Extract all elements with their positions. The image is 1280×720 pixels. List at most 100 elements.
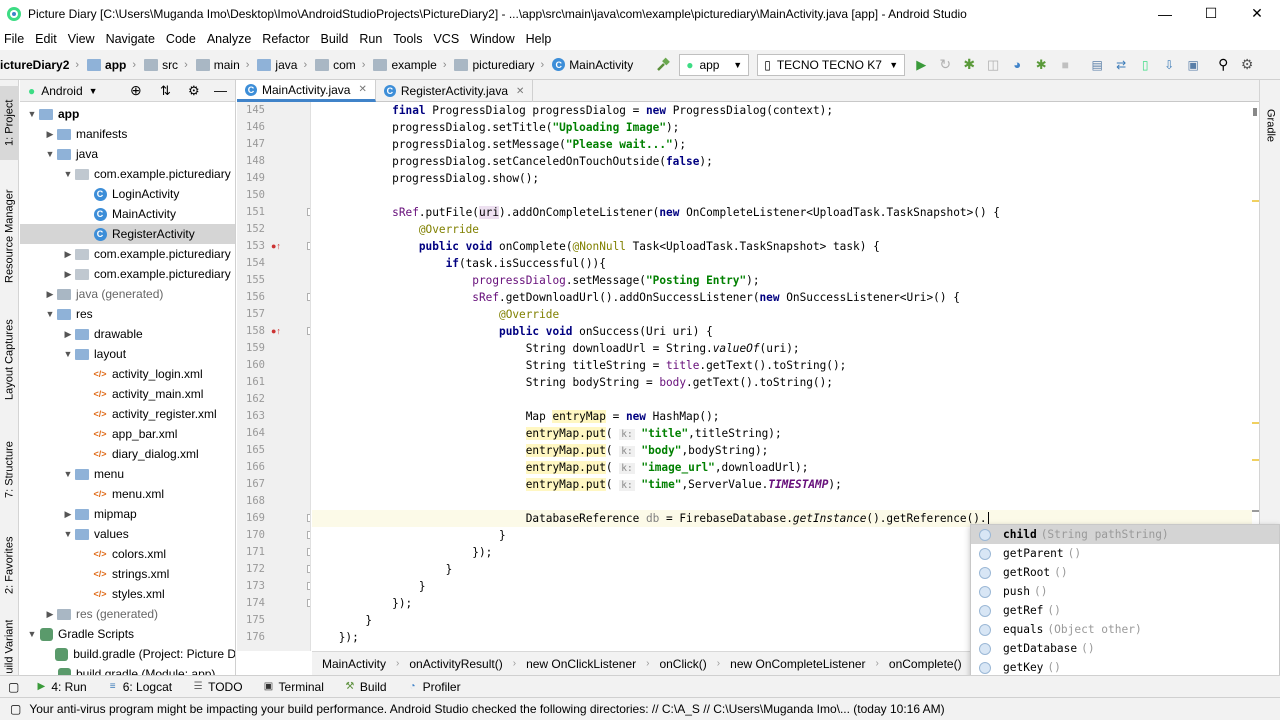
- tool-project[interactable]: 1: Project: [0, 86, 19, 160]
- code-line[interactable]: entryMap.put( k: "body",bodyString);: [312, 442, 768, 459]
- code-line[interactable]: String bodyString = body.getText().toStr…: [312, 374, 833, 391]
- project-structure-button[interactable]: ▤: [1085, 54, 1109, 76]
- fold-marker-icon[interactable]: [307, 599, 310, 607]
- device-select[interactable]: ▯ TECNO TECNO K7 ▼: [757, 53, 906, 76]
- avd-manager-button[interactable]: ▯: [1133, 54, 1157, 76]
- fold-marker-icon[interactable]: [307, 208, 310, 216]
- code-line[interactable]: progressDialog.setTitle("Uploading Image…: [312, 119, 679, 136]
- code-line[interactable]: progressDialog.setMessage("Please wait..…: [312, 136, 686, 153]
- completion-item[interactable]: getRef(): [971, 601, 1279, 620]
- layout-inspector-button[interactable]: ▣: [1181, 54, 1205, 76]
- collapse-arrow-icon[interactable]: ▶: [44, 609, 56, 620]
- stop-button[interactable]: ■: [1053, 54, 1077, 76]
- tool-window-profiler[interactable]: ◔ Profiler: [397, 680, 471, 694]
- code-line[interactable]: });: [312, 595, 412, 612]
- nav-crumb-picturediary[interactable]: picturediary ›: [450, 58, 544, 72]
- debug-button[interactable]: ✱: [957, 54, 981, 76]
- fold-marker-icon[interactable]: [307, 548, 310, 556]
- run-config-select[interactable]: ● app ▼: [679, 53, 750, 76]
- tree-item[interactable]: build.gradle (Module: app): [20, 664, 235, 675]
- code-crumb[interactable]: new OnCompleteListener: [720, 657, 875, 671]
- gear-icon[interactable]: ⚙: [188, 83, 200, 99]
- attach-debugger-button[interactable]: ✱: [1029, 54, 1053, 76]
- expand-arrow-icon[interactable]: ▼: [62, 169, 74, 179]
- tree-item[interactable]: </> diary_dialog.xml: [20, 444, 235, 464]
- search-everywhere-button[interactable]: ⚲: [1211, 54, 1235, 76]
- expand-arrow-icon[interactable]: ▼: [44, 309, 56, 319]
- nav-crumb-example[interactable]: example ›: [369, 58, 446, 72]
- chevron-down-icon[interactable]: ▼: [89, 86, 98, 96]
- nav-crumb-java[interactable]: java ›: [253, 58, 307, 72]
- tool-gradle[interactable]: Gradle: [1260, 102, 1280, 150]
- code-line[interactable]: entryMap.put( k: "time",ServerValue.TIME…: [312, 476, 842, 493]
- menu-navigate[interactable]: Navigate: [102, 32, 162, 46]
- fold-marker-icon[interactable]: [307, 514, 310, 522]
- code-line[interactable]: String downloadUrl = String.valueOf(uri)…: [312, 340, 800, 357]
- close-icon[interactable]: ✕: [516, 86, 524, 97]
- tree-item[interactable]: ▼ Gradle Scripts: [20, 624, 235, 644]
- tool-layout-captures[interactable]: Layout Captures: [0, 310, 19, 410]
- tool-window-4-run[interactable]: ▶ 4: Run: [25, 680, 96, 694]
- code-line[interactable]: entryMap.put( k: "image_url",downloadUrl…: [312, 459, 808, 476]
- hide-panel-icon[interactable]: —: [214, 83, 227, 98]
- profile-button[interactable]: ◕: [1005, 54, 1029, 76]
- run-button[interactable]: ▶: [909, 54, 933, 76]
- code-line[interactable]: }: [312, 527, 506, 544]
- menu-refactor[interactable]: Refactor: [258, 32, 316, 46]
- menu-view[interactable]: View: [64, 32, 102, 46]
- menu-window[interactable]: Window: [466, 32, 521, 46]
- code-line[interactable]: sRef.putFile(uri).addOnCompleteListener(…: [312, 204, 1000, 221]
- menu-run[interactable]: Run: [355, 32, 389, 46]
- tree-item[interactable]: </> colors.xml: [20, 544, 235, 564]
- code-line[interactable]: @Override: [312, 306, 559, 323]
- code-line[interactable]: Map entryMap = new HashMap();: [312, 408, 719, 425]
- code-line[interactable]: }: [312, 561, 453, 578]
- code-line[interactable]: });: [312, 544, 492, 561]
- expand-arrow-icon[interactable]: ▼: [62, 469, 74, 479]
- completion-item[interactable]: push(): [971, 582, 1279, 601]
- project-view-select[interactable]: Android: [41, 84, 82, 98]
- tree-item[interactable]: ▼ menu: [20, 464, 235, 484]
- fold-marker-icon[interactable]: [307, 582, 310, 590]
- menu-tools[interactable]: Tools: [389, 32, 429, 46]
- code-crumb[interactable]: onComplete(): [879, 657, 972, 671]
- collapse-arrow-icon[interactable]: ▶: [44, 129, 56, 140]
- tree-item[interactable]: </> activity_register.xml: [20, 404, 235, 424]
- fold-marker-icon[interactable]: [307, 327, 310, 335]
- settings-button[interactable]: ⚙: [1235, 54, 1259, 76]
- code-line[interactable]: if(task.isSuccessful()){: [312, 255, 606, 272]
- nav-crumb-main[interactable]: main ›: [192, 58, 249, 72]
- status-message[interactable]: Your anti-virus program might be impacti…: [29, 702, 944, 716]
- code-crumb[interactable]: MainActivity: [312, 657, 396, 671]
- collapse-arrow-icon[interactable]: ▶: [62, 269, 74, 280]
- completion-item[interactable]: equals (Object other): [971, 620, 1279, 639]
- tree-item[interactable]: </> strings.xml: [20, 564, 235, 584]
- tree-item[interactable]: ▶ com.example.picturediary: [20, 264, 235, 284]
- maximize-button[interactable]: ☐: [1188, 0, 1234, 27]
- code-line[interactable]: }: [312, 578, 426, 595]
- tree-item[interactable]: ▼ values: [20, 524, 235, 544]
- nav-crumb-com[interactable]: com ›: [311, 58, 365, 72]
- menu-build[interactable]: Build: [317, 32, 356, 46]
- tree-item[interactable]: ▼ res: [20, 304, 235, 324]
- code-line[interactable]: public void onSuccess(Uri uri) {: [312, 323, 713, 340]
- tree-item[interactable]: </> activity_main.xml: [20, 384, 235, 404]
- tree-item[interactable]: </> activity_login.xml: [20, 364, 235, 384]
- completion-item[interactable]: getParent(): [971, 544, 1279, 563]
- code-line[interactable]: });: [312, 629, 359, 646]
- menu-help[interactable]: Help: [522, 32, 559, 46]
- tool-favorites[interactable]: 2: Favorites: [0, 530, 19, 600]
- tree-item[interactable]: ▼ java: [20, 144, 235, 164]
- tree-item[interactable]: C RegisterActivity: [20, 224, 235, 244]
- tool-build-variants[interactable]: Build Variants: [0, 620, 19, 674]
- tab-registeractivity[interactable]: C RegisterActivity.java ✕: [376, 80, 534, 102]
- tree-item[interactable]: ▶ java (generated): [20, 284, 235, 304]
- menu-vcs[interactable]: VCS: [429, 32, 466, 46]
- code-crumb[interactable]: onClick(): [649, 657, 716, 671]
- fold-marker-icon[interactable]: [307, 565, 310, 573]
- code-line[interactable]: progressDialog.setMessage("Posting Entry…: [312, 272, 759, 289]
- close-window-button[interactable]: ✕: [1234, 0, 1280, 27]
- menu-file[interactable]: File: [0, 32, 31, 46]
- tab-mainactivity[interactable]: C MainActivity.java ✕: [237, 80, 376, 102]
- tree-item[interactable]: C LoginActivity: [20, 184, 235, 204]
